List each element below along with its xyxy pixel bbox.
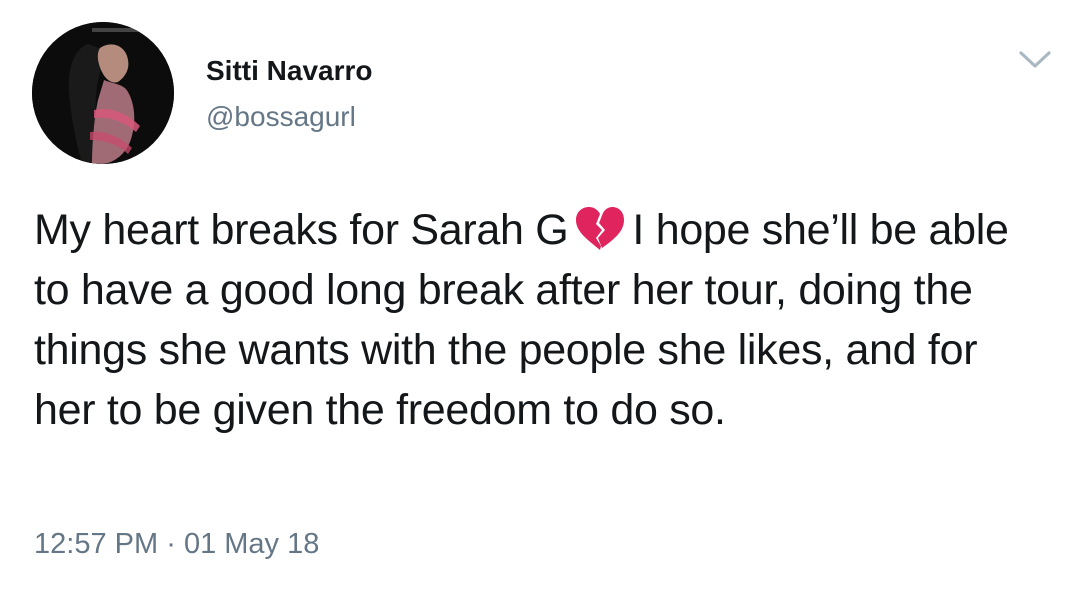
meta-separator: ·	[166, 528, 176, 560]
author-handle[interactable]: @bossagurl	[206, 100, 356, 134]
tweet-time: 12:57 PM	[34, 528, 159, 560]
tweet-text-part1: My heart breaks for Sarah G	[34, 206, 569, 254]
tweet-card: Sitti Navarro @bossagurl My heart breaks…	[0, 0, 1080, 596]
profile-photo-icon	[32, 22, 174, 164]
broken-heart-icon	[574, 206, 626, 252]
tweet-text: My heart breaks for Sarah G I hope she’l…	[34, 200, 1044, 440]
author-display-name[interactable]: Sitti Navarro	[206, 54, 373, 88]
tweet-date: 01 May 18	[183, 528, 320, 560]
chevron-down-icon[interactable]	[1018, 48, 1052, 72]
avatar[interactable]	[32, 22, 174, 164]
tweet-timestamp[interactable]: 12:57 PM · 01 May 18	[34, 526, 319, 562]
